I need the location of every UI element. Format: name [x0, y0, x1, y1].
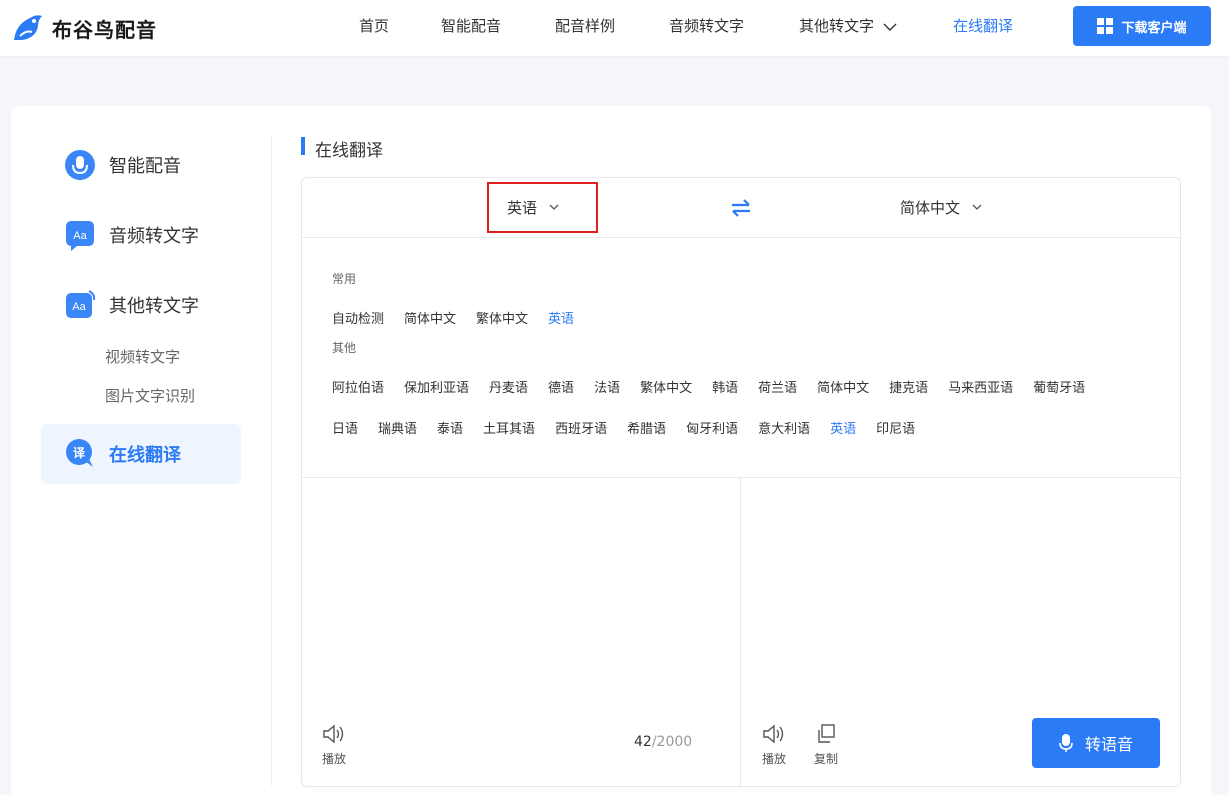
lang-option[interactable]: 印尼语 [876, 418, 915, 437]
aa-text-icon: Aa [66, 290, 96, 318]
sidebar-item-audio-to-text[interactable]: Aa 音频转文字 [41, 205, 241, 265]
lang-option[interactable]: 繁体中文 [640, 377, 692, 396]
lang-option[interactable]: 瑞典语 [378, 418, 417, 437]
nav-home[interactable]: 首页 [359, 0, 389, 56]
language-options-panel: 常用 自动检测 简体中文 繁体中文 英语 其他 阿拉伯语 保加利亚语 丹麦语 德… [302, 238, 1180, 478]
page-title: 在线翻译 [301, 136, 383, 161]
common-languages-label: 常用 [332, 272, 357, 286]
brand-logo[interactable]: 布谷鸟配音 [10, 10, 157, 46]
lang-option[interactable]: 西班牙语 [555, 418, 607, 437]
lang-option-selected[interactable]: 英语 [830, 418, 856, 437]
lang-option[interactable]: 土耳其语 [483, 418, 535, 437]
other-languages-label: 其他 [332, 341, 357, 355]
aa-text-icon: Aa [66, 221, 94, 251]
sidebar-subitem-image-ocr[interactable]: 图片文字识别 [105, 385, 195, 406]
translator-panel: 英语 简体中文 常用 自动检测 简体中文 繁体中文 英语 其他 阿拉伯语 保加利… [301, 177, 1181, 787]
lang-option[interactable]: 葡萄牙语 [1033, 377, 1085, 396]
top-navigation: 布谷鸟配音 首页 智能配音 配音样例 音频转文字 其他转文字 在线翻译 下载客户… [0, 0, 1229, 56]
lang-option[interactable]: 马来西亚语 [948, 377, 1013, 396]
cuckoo-bird-icon [14, 15, 42, 41]
lang-option[interactable]: 日语 [332, 418, 358, 437]
play-label: 播放 [762, 752, 787, 766]
character-counter: 42/2000 [634, 734, 692, 750]
lang-option[interactable]: 意大利语 [758, 418, 810, 437]
nav-dubbing-samples[interactable]: 配音样例 [555, 0, 615, 56]
windows-icon [1097, 18, 1114, 34]
copy-button[interactable]: 复制 [814, 724, 838, 767]
play-label: 播放 [322, 752, 347, 766]
microphone-icon [65, 150, 95, 180]
sidebar-item-other-to-text[interactable]: Aa 其他转文字 [41, 275, 241, 335]
svg-text:Aa: Aa [73, 230, 87, 242]
copy-label: 复制 [814, 752, 839, 766]
lang-option[interactable]: 保加利亚语 [404, 377, 469, 396]
lang-option[interactable]: 丹麦语 [489, 377, 528, 396]
source-language-dropdown[interactable]: 英语 [487, 182, 598, 233]
sidebar-item-smart-dubbing[interactable]: 智能配音 [41, 135, 241, 195]
lang-option[interactable]: 德语 [548, 377, 574, 396]
brand-name: 布谷鸟配音 [52, 17, 157, 42]
nav-other-to-text-label: 其他转文字 [799, 17, 875, 35]
other-languages-list-row1: 阿拉伯语 保加利亚语 丹麦语 德语 法语 繁体中文 韩语 荷兰语 简体中文 捷克… [332, 377, 1105, 396]
target-language-label: 简体中文 [900, 199, 961, 217]
char-count-max: /2000 [651, 734, 693, 750]
target-play-button[interactable]: 播放 [762, 724, 786, 767]
char-count-current: 42 [634, 734, 652, 750]
other-languages-list-row2: 日语 瑞典语 泰语 土耳其语 西班牙语 希腊语 匈牙利语 意大利语 英语 印尼语 [332, 418, 935, 437]
lang-option[interactable]: 泰语 [437, 418, 463, 437]
language-selector-bar: 英语 简体中文 [302, 178, 1180, 238]
lang-option[interactable]: 自动检测 [332, 308, 384, 327]
common-languages-list: 自动检测 简体中文 繁体中文 英语 [332, 308, 594, 327]
lang-option[interactable]: 希腊语 [627, 418, 666, 437]
lang-option-selected[interactable]: 英语 [548, 308, 574, 327]
lang-option[interactable]: 捷克语 [889, 377, 928, 396]
download-client-label: 下载客户端 [1121, 20, 1187, 36]
nav-smart-dubbing[interactable]: 智能配音 [441, 0, 501, 56]
chevron-down-icon [883, 23, 897, 31]
lang-option[interactable]: 韩语 [712, 377, 738, 396]
lang-option[interactable]: 法语 [594, 377, 620, 396]
pane-divider [740, 478, 741, 787]
copy-icon [818, 724, 835, 743]
sidebar-item-label: 其他转文字 [109, 296, 199, 317]
sidebar: 智能配音 Aa 音频转文字 Aa 其他转文字 视频转文字 图片文字识别 译 在线… [11, 106, 271, 795]
chevron-down-icon [549, 204, 559, 210]
swap-languages-icon[interactable] [730, 197, 752, 219]
main-card: 智能配音 Aa 音频转文字 Aa 其他转文字 视频转文字 图片文字识别 译 在线… [11, 106, 1211, 795]
speaker-icon [323, 724, 344, 744]
microphone-icon [1059, 734, 1073, 752]
sidebar-item-label: 智能配音 [109, 156, 181, 177]
sidebar-subitem-video-to-text[interactable]: 视频转文字 [105, 346, 180, 367]
lang-option[interactable]: 匈牙利语 [686, 418, 738, 437]
download-client-button[interactable]: 下载客户端 [1073, 6, 1211, 46]
svg-text:Aa: Aa [72, 301, 86, 313]
nav-online-translate[interactable]: 在线翻译 [953, 0, 1013, 56]
convert-to-speech-label: 转语音 [1084, 735, 1133, 754]
sidebar-item-label: 音频转文字 [109, 226, 199, 247]
chevron-down-icon [972, 204, 982, 210]
nav-other-to-text[interactable]: 其他转文字 [799, 0, 897, 56]
translate-icon: 译 [66, 439, 93, 467]
convert-to-speech-button[interactable]: 转语音 [1032, 718, 1160, 768]
speaker-icon [763, 724, 784, 744]
svg-text:译: 译 [73, 446, 86, 460]
lang-option[interactable]: 简体中文 [817, 377, 869, 396]
nav-audio-to-text[interactable]: 音频转文字 [669, 0, 744, 56]
lang-option[interactable]: 繁体中文 [476, 308, 528, 327]
source-language-label: 英语 [507, 199, 538, 217]
lang-option[interactable]: 简体中文 [404, 308, 456, 327]
sidebar-divider [271, 136, 272, 786]
lang-option[interactable]: 荷兰语 [758, 377, 797, 396]
target-language-dropdown[interactable]: 简体中文 [900, 182, 982, 233]
sidebar-item-label: 在线翻译 [109, 445, 181, 466]
source-play-button[interactable]: 播放 [322, 724, 346, 767]
sidebar-item-online-translate[interactable]: 译 在线翻译 [41, 424, 241, 484]
lang-option[interactable]: 阿拉伯语 [332, 377, 384, 396]
